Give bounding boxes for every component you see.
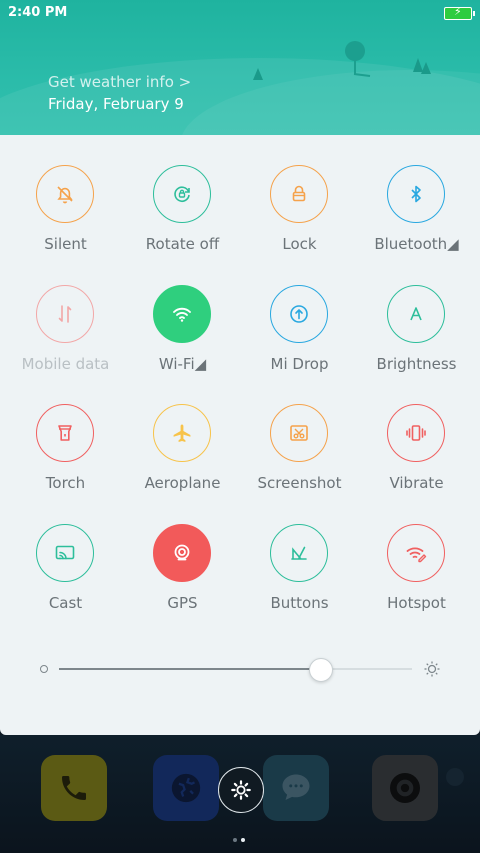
- mobile-data-icon: [58, 305, 72, 323]
- hotspot-icon: [406, 547, 427, 563]
- toggle-button[interactable]: [270, 404, 328, 462]
- battery-charging-icon: ⚡: [444, 5, 475, 20]
- browser-app-icon[interactable]: [153, 755, 219, 821]
- auto-brightness-icon: [410, 307, 422, 321]
- toggle-label: Lock: [282, 235, 317, 253]
- toggle-label: Hotspot: [387, 594, 446, 612]
- page-dot-active[interactable]: [241, 838, 245, 842]
- status-time: 2:40 PM: [8, 5, 68, 20]
- gps-icon: [174, 544, 190, 561]
- tree-icon: [345, 41, 371, 77]
- mi-drop-icon: [290, 305, 308, 323]
- toggle-gps[interactable]: GPS: [124, 524, 241, 624]
- brightness-thumb[interactable]: [309, 658, 333, 682]
- toggle-brightness[interactable]: Brightness: [358, 285, 475, 385]
- toggle-bluetooth[interactable]: Bluetooth◢: [358, 165, 475, 265]
- airplane-icon: [173, 424, 191, 442]
- toggle-label: Torch: [45, 474, 86, 492]
- brightness-track[interactable]: [59, 668, 412, 670]
- bell-off-icon: [57, 186, 73, 204]
- bluetooth-icon: [411, 185, 421, 203]
- torch-icon: [58, 425, 72, 441]
- rotate-lock-icon: [174, 186, 190, 202]
- toggle-button[interactable]: [153, 285, 211, 343]
- toggle-label: Buttons: [270, 594, 329, 612]
- gear-icon: [231, 780, 251, 800]
- brightness-high-icon: [424, 661, 440, 677]
- toggle-button[interactable]: [153, 404, 211, 462]
- toggle-button[interactable]: [270, 285, 328, 343]
- toggle-label: Vibrate: [389, 474, 444, 492]
- tree-icon: [253, 68, 263, 80]
- toggle-torch[interactable]: Torch: [7, 404, 124, 504]
- date-text: Friday, February 9: [48, 95, 184, 113]
- brightness-slider[interactable]: [0, 655, 480, 685]
- toggle-button[interactable]: [153, 524, 211, 582]
- toggle-vibrate[interactable]: Vibrate: [358, 404, 475, 504]
- toggle-mi-drop[interactable]: Mi Drop: [241, 285, 358, 385]
- camera-app-icon[interactable]: [372, 755, 438, 821]
- toggle-button[interactable]: [270, 165, 328, 223]
- wifi-icon: [173, 307, 191, 322]
- toggle-button[interactable]: [36, 404, 94, 462]
- weather-link[interactable]: Get weather info >: [48, 73, 191, 91]
- toggle-hotspot[interactable]: Hotspot: [358, 524, 475, 624]
- toggle-cast[interactable]: Cast: [7, 524, 124, 624]
- toggle-button[interactable]: [387, 165, 445, 223]
- toggle-label: Rotate off: [145, 235, 220, 253]
- app-icon-partial: [446, 768, 464, 786]
- toggle-label: GPS: [167, 594, 198, 612]
- page-dot[interactable]: [233, 838, 237, 842]
- notification-header: 2:40 PM ⚡ Get weather info > Friday, Feb…: [0, 0, 480, 135]
- toggle-label: Aeroplane: [144, 474, 221, 492]
- tree-icon: [413, 58, 431, 74]
- toggle-button[interactable]: [36, 285, 94, 343]
- messaging-app-icon[interactable]: [263, 755, 329, 821]
- phone-app-icon[interactable]: [41, 755, 107, 821]
- toggle-button[interactable]: [387, 524, 445, 582]
- scissors-icon: [290, 425, 308, 441]
- toggle-buttons[interactable]: Buttons: [241, 524, 358, 624]
- toggle-button[interactable]: [36, 524, 94, 582]
- cast-icon: [55, 545, 75, 560]
- toggle-label: Silent: [44, 235, 87, 253]
- home-dock: [0, 735, 480, 853]
- settings-gear-button[interactable]: [218, 767, 264, 813]
- toggle-button[interactable]: [270, 524, 328, 582]
- buttons-icon: [291, 546, 307, 560]
- toggle-button[interactable]: [36, 165, 94, 223]
- toggle-label: Mi Drop: [270, 355, 329, 373]
- toggle-button[interactable]: [153, 165, 211, 223]
- lock-icon: [292, 185, 306, 202]
- vibrate-icon: [406, 425, 426, 441]
- page-indicator: [233, 827, 249, 846]
- toggle-button[interactable]: [387, 404, 445, 462]
- toggle-wi-fi[interactable]: Wi-Fi◢: [124, 285, 241, 385]
- brightness-fill: [59, 668, 320, 670]
- toggle-label: Cast: [48, 594, 83, 612]
- toggle-label: Mobile data: [21, 355, 110, 373]
- toggle-aeroplane[interactable]: Aeroplane: [124, 404, 241, 504]
- toggle-lock[interactable]: Lock: [241, 165, 358, 265]
- toggle-label: Screenshot: [257, 474, 342, 492]
- toggle-button[interactable]: [387, 285, 445, 343]
- toggle-rotate-off[interactable]: Rotate off: [124, 165, 241, 265]
- toggle-label: Bluetooth◢: [374, 235, 459, 253]
- toggle-label: Brightness: [376, 355, 457, 373]
- toggle-silent[interactable]: Silent: [7, 165, 124, 265]
- brightness-low-icon: [40, 665, 48, 673]
- toggle-mobile-data[interactable]: Mobile data: [7, 285, 124, 385]
- toggle-screenshot[interactable]: Screenshot: [241, 404, 358, 504]
- quick-settings-panel: Silent Rotate off Lock Bluetooth◢ Mobile dat…: [0, 135, 480, 735]
- toggle-label: Wi-Fi◢: [158, 355, 207, 373]
